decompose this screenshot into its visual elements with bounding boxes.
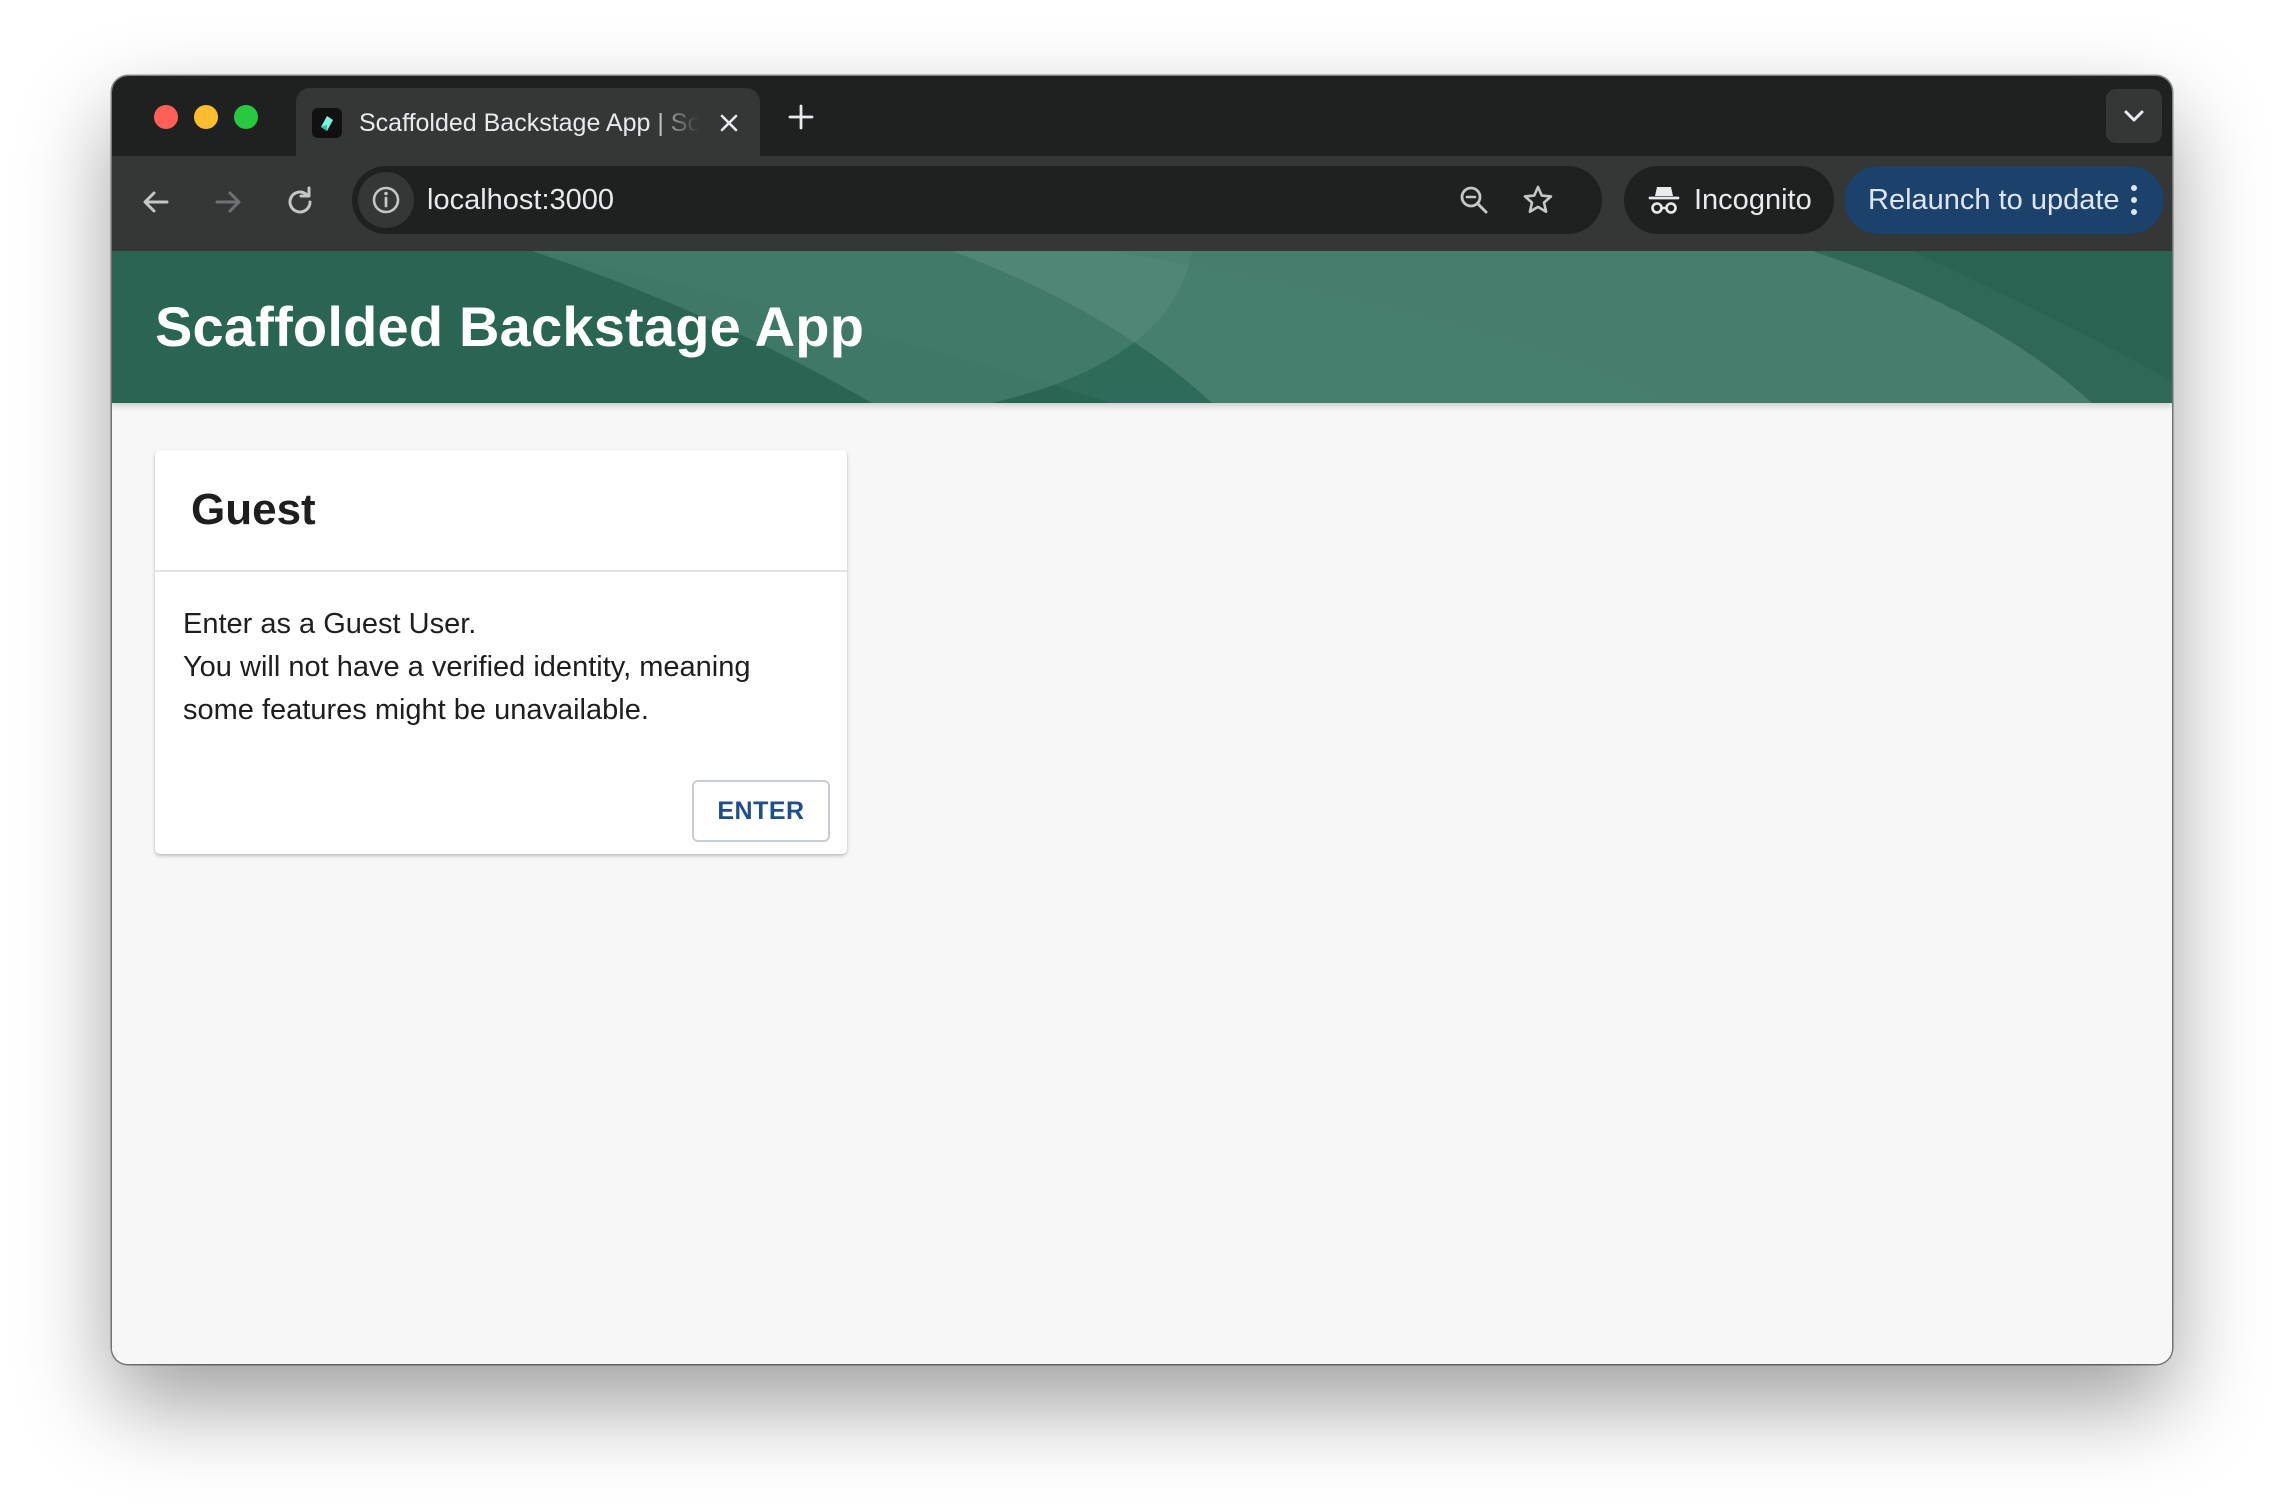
close-window-button[interactable] — [154, 105, 178, 129]
guest-sign-in-card: Guest Enter as a Guest User. You will no… — [155, 450, 847, 854]
app-title: Scaffolded Backstage App — [155, 295, 865, 358]
minimize-window-button[interactable] — [194, 105, 218, 129]
card-description-line: some features might be unavailable. — [183, 694, 649, 726]
backstage-favicon-icon — [312, 108, 342, 138]
card-divider — [155, 570, 847, 572]
enter-button[interactable]: ENTER — [692, 780, 830, 842]
page-content: Scaffolded Backstage App Guest Enter as … — [112, 251, 2172, 1364]
tab-strip: Scaffolded Backstage App | Scaffolded Ba… — [112, 76, 2172, 156]
incognito-label: Incognito — [1694, 184, 1812, 216]
forward-arrow-icon[interactable] — [208, 182, 248, 222]
card-description-line: Enter as a Guest User. — [183, 608, 477, 640]
tab-search-button[interactable] — [2106, 89, 2162, 143]
incognito-icon — [1646, 182, 1682, 218]
browser-window: Scaffolded Backstage App | Scaffolded Ba… — [112, 76, 2172, 1364]
zoom-icon[interactable] — [1454, 180, 1494, 220]
card-title: Guest — [191, 485, 316, 534]
reload-icon[interactable] — [280, 182, 320, 222]
new-tab-plus-icon[interactable] — [784, 100, 818, 134]
more-menu-icon[interactable] — [2116, 180, 2152, 220]
relaunch-label: Relaunch to update — [1868, 184, 2120, 216]
browser-tab-active[interactable]: Scaffolded Backstage App | Scaffolded Ba… — [296, 88, 760, 156]
back-arrow-icon[interactable] — [136, 182, 176, 222]
bookmark-star-icon[interactable] — [1518, 180, 1558, 220]
incognito-indicator[interactable]: Incognito — [1624, 166, 1834, 234]
site-info-icon[interactable] — [358, 172, 414, 228]
tab-title: Scaffolded Backstage App | Scaffolded Ba… — [359, 109, 699, 137]
address-bar[interactable]: localhost:3000 — [352, 166, 1602, 234]
browser-toolbar: localhost:3000 Incognito Relaunch to upd… — [112, 156, 2172, 251]
card-description-line: You will not have a verified identity, m… — [183, 651, 751, 683]
card-description: Enter as a Guest User. You will not have… — [183, 603, 823, 732]
maximize-window-button[interactable] — [234, 105, 258, 129]
app-header: Scaffolded Backstage App — [112, 251, 2172, 403]
url-text[interactable]: localhost:3000 — [427, 180, 614, 220]
relaunch-to-update-button[interactable]: Relaunch to update — [1844, 166, 2164, 234]
close-tab-icon[interactable] — [716, 110, 742, 136]
